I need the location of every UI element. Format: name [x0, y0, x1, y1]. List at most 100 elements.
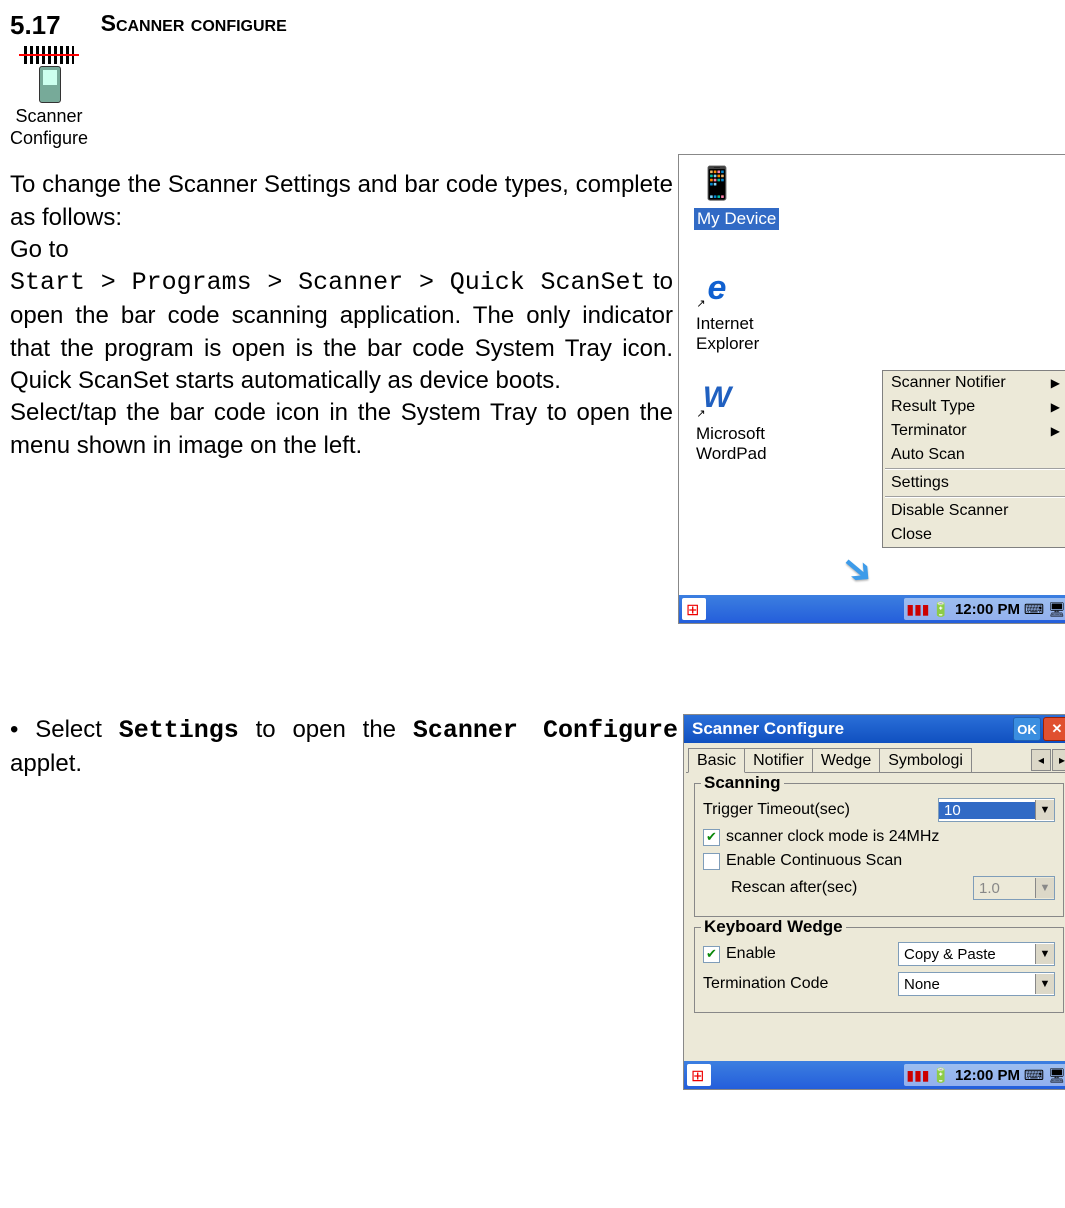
- tab-scroll-right[interactable]: ▸: [1052, 749, 1065, 771]
- kbwedge-enable-checkbox[interactable]: ✔: [703, 946, 720, 963]
- my-device-label: My Device: [694, 208, 779, 230]
- section-title: Scanner configure: [101, 10, 287, 41]
- trigger-timeout-dropdown[interactable]: 10 ▼: [938, 798, 1055, 822]
- tab-scroll-left[interactable]: ◂: [1031, 749, 1051, 771]
- menu-disable-scanner[interactable]: Disable Scanner: [883, 499, 1065, 523]
- paragraph-2: • Select Settings to open the Scanner Co…: [10, 714, 678, 780]
- shortcut-arrow-icon: ↗: [694, 407, 708, 421]
- menu-auto-scan[interactable]: Auto Scan: [883, 443, 1065, 467]
- keyboard-tray-icon[interactable]: ⌨: [1025, 1066, 1043, 1084]
- screenshot-scanner-configure: Scanner Configure OK ✕ Basic Notifier We…: [683, 714, 1065, 1090]
- battery-tray-icon[interactable]: 🔋: [932, 600, 950, 618]
- bullet: •: [10, 716, 18, 743]
- group-scanning-legend: Scanning: [701, 773, 784, 793]
- p1-intro: To change the Scanner Settings and bar c…: [10, 171, 673, 230]
- clock-mode-checkbox[interactable]: ✔: [703, 829, 720, 846]
- desktop-icon-my-device[interactable]: 📱 My Device: [694, 160, 784, 230]
- icon-label-line1: Scanner: [16, 106, 83, 126]
- termination-code-value: None: [899, 976, 1035, 993]
- taskbar: ▮▮▮ 🔋 12:00 PM ⌨ 🖥: [684, 1061, 1065, 1089]
- menu-label: Terminator: [891, 422, 967, 440]
- p1-path: Start > Programs > Scanner > Quick ScanS…: [10, 268, 646, 297]
- keyboard-tray-icon[interactable]: ⌨: [1025, 600, 1043, 618]
- desktop-tray-icon[interactable]: 🖥: [1048, 1066, 1065, 1084]
- start-button[interactable]: [682, 598, 706, 620]
- tab-scroll: ◂ ▸: [1031, 749, 1065, 771]
- kbwedge-enable-label: Enable: [726, 945, 892, 963]
- p2-t3: applet.: [10, 750, 82, 777]
- menu-label: Auto Scan: [891, 446, 965, 464]
- wordpad-label: Microsoft WordPad: [694, 423, 784, 464]
- p1-goto: Go to: [10, 236, 69, 263]
- group-keyboard-wedge: Keyboard Wedge ✔ Enable Copy & Paste ▼ T…: [694, 927, 1064, 1013]
- menu-label: Close: [891, 526, 932, 544]
- menu-result-type[interactable]: Result Type ▶: [883, 395, 1065, 419]
- p2-b2: Scanner Configure: [413, 716, 678, 745]
- kbwedge-mode-value: Copy & Paste: [899, 946, 1035, 963]
- titlebar: Scanner Configure OK ✕: [684, 715, 1065, 743]
- desktop-icon-internet-explorer[interactable]: e ↗ Internet Explorer: [694, 265, 784, 354]
- menu-label: Settings: [891, 474, 949, 492]
- trigger-timeout-label: Trigger Timeout(sec): [703, 801, 932, 819]
- barcode-tray-icon[interactable]: ▮▮▮: [909, 1066, 927, 1084]
- windows-logo-icon: [691, 1068, 707, 1082]
- continuous-scan-checkbox[interactable]: [703, 853, 720, 870]
- system-tray: ▮▮▮ 🔋 12:00 PM ⌨ 🖥: [904, 1064, 1065, 1086]
- menu-terminator[interactable]: Terminator ▶: [883, 419, 1065, 443]
- tab-symbologies[interactable]: Symbologi: [879, 748, 972, 772]
- pointer-arrow-icon: ➔: [831, 542, 884, 597]
- windows-logo-icon: [686, 602, 702, 616]
- tabstrip: Basic Notifier Wedge Symbologi ◂ ▸: [686, 747, 1065, 773]
- battery-tray-icon[interactable]: 🔋: [932, 1066, 950, 1084]
- clock-mode-label: scanner clock mode is 24MHz: [726, 828, 939, 846]
- p1-body2: Select/tap the bar code icon in the Syst…: [10, 399, 673, 458]
- kbwedge-mode-dropdown[interactable]: Copy & Paste ▼: [898, 942, 1055, 966]
- dropdown-arrow-icon: ▼: [1035, 878, 1054, 898]
- rescan-after-value: 1.0: [974, 880, 1035, 897]
- ie-icon: e ↗: [694, 265, 740, 311]
- close-button[interactable]: ✕: [1043, 717, 1065, 741]
- tab-basic[interactable]: Basic: [688, 748, 745, 773]
- pda-icon: 📱: [694, 160, 740, 206]
- tab-wedge[interactable]: Wedge: [812, 748, 880, 772]
- ok-button[interactable]: OK: [1013, 717, 1041, 741]
- clock[interactable]: 12:00 PM: [955, 601, 1020, 618]
- tab-notifier[interactable]: Notifier: [744, 748, 813, 772]
- menu-separator: [885, 468, 1065, 470]
- menu-label: Disable Scanner: [891, 502, 1008, 520]
- menu-label: Result Type: [891, 398, 975, 416]
- window-title: Scanner Configure: [692, 719, 844, 739]
- paragraph-1: To change the Scanner Settings and bar c…: [10, 169, 673, 462]
- menu-settings[interactable]: Settings: [883, 471, 1065, 495]
- rescan-after-dropdown: 1.0 ▼: [973, 876, 1055, 900]
- scanner-configure-icon-block: Scanner Configure: [10, 46, 88, 149]
- desktop-icon-wordpad[interactable]: W ↗ Microsoft WordPad: [694, 375, 784, 464]
- dropdown-arrow-icon: ▼: [1035, 800, 1054, 820]
- taskbar: ▮▮▮ 🔋 12:00 PM ⌨ 🖥: [679, 595, 1065, 623]
- rescan-after-label: Rescan after(sec): [731, 879, 967, 897]
- scanner-configure-icon: [19, 46, 79, 106]
- trigger-timeout-value: 10: [939, 802, 1035, 819]
- submenu-arrow-icon: ▶: [1051, 424, 1060, 438]
- termination-code-dropdown[interactable]: None ▼: [898, 972, 1055, 996]
- clock[interactable]: 12:00 PM: [955, 1067, 1020, 1084]
- scanner-configure-icon-label: Scanner Configure: [10, 106, 88, 149]
- start-button[interactable]: [687, 1064, 711, 1086]
- barcode-tray-icon[interactable]: ▮▮▮: [909, 600, 927, 618]
- dropdown-arrow-icon: ▼: [1035, 974, 1054, 994]
- desktop-tray-icon[interactable]: 🖥: [1048, 600, 1065, 618]
- screenshot-desktop-menu: 📱 My Device e ↗ Internet Explorer W ↗ Mi…: [678, 154, 1065, 624]
- group-kbwedge-legend: Keyboard Wedge: [701, 917, 846, 937]
- menu-scanner-notifier[interactable]: Scanner Notifier ▶: [883, 371, 1065, 395]
- section-header: 5.17 Scanner configure: [10, 10, 1065, 41]
- menu-close[interactable]: Close: [883, 523, 1065, 547]
- system-tray: ▮▮▮ 🔋 12:00 PM ⌨ 🖥: [904, 598, 1065, 620]
- p2-t1: Select: [35, 716, 102, 743]
- menu-separator: [885, 496, 1065, 498]
- section-number: 5.17: [10, 10, 61, 41]
- ie-label: Internet Explorer: [694, 313, 784, 354]
- menu-label: Scanner Notifier: [891, 374, 1006, 392]
- p2-t2: to open the: [256, 716, 396, 743]
- termination-code-label: Termination Code: [703, 975, 892, 993]
- dropdown-arrow-icon: ▼: [1035, 944, 1054, 964]
